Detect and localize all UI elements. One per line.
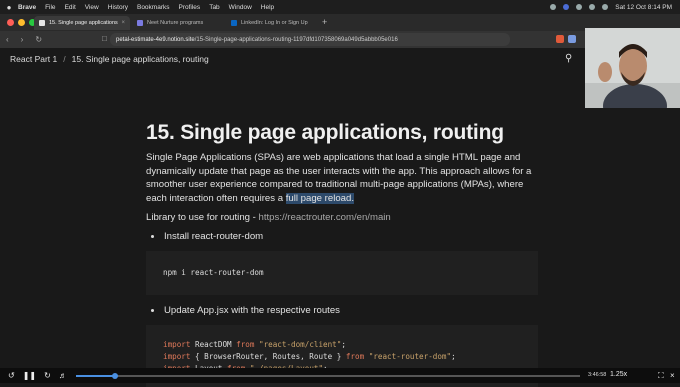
notion-favicon-icon [39, 20, 45, 26]
menu-app-name[interactable]: Brave [18, 4, 36, 11]
menu-window[interactable]: Window [229, 4, 252, 11]
address-bar[interactable]: petal-estimate-4e9.notion.site/15-Single… [110, 33, 510, 46]
highlighted-text: full page reload. [285, 192, 355, 204]
play-pause-icon[interactable]: ❚❚ [23, 371, 36, 380]
status-icon[interactable] [550, 4, 557, 10]
video-controls: ↺ ❚❚ ↻ ♬ 3:46:58 1.25x ⛶ × [0, 368, 680, 383]
minimize-window-button[interactable] [18, 19, 25, 26]
playback-speed[interactable]: 1.25x [610, 371, 627, 378]
menu-bookmarks[interactable]: Bookmarks [137, 4, 170, 11]
new-tab-button[interactable]: + [322, 17, 327, 27]
brave-shields-icon[interactable] [556, 35, 564, 43]
bullet-text: Update App.jsx with the respective route… [164, 305, 340, 317]
progress-fill [76, 375, 115, 377]
apple-icon[interactable]: ● [0, 3, 18, 12]
toolbar: ‹ › ↻ □ petal-estimate-4e9.notion.site/1… [0, 31, 680, 48]
tab-single-page-apps[interactable]: 15. Single page applications × [34, 16, 130, 30]
intro-paragraph: Single Page Applications (SPAs) are web … [146, 151, 538, 205]
bullet-icon [151, 309, 154, 313]
status-area: Sat 12 Oct 8:14 PM [550, 0, 672, 14]
search-icon[interactable]: ⚲ [565, 53, 572, 64]
code-block[interactable]: npm i react-router-dom [146, 251, 538, 296]
forward-icon[interactable]: › [21, 35, 24, 44]
close-window-button[interactable] [7, 19, 14, 26]
close-tab-icon[interactable]: × [121, 20, 125, 26]
breadcrumb-separator: / [63, 54, 66, 64]
tab-label: LinkedIn: Log In or Sign Up [241, 20, 308, 26]
library-line: Library to use for routing - https://rea… [146, 212, 546, 223]
fullscreen-icon[interactable]: ⛶ [658, 371, 664, 381]
menu-profiles[interactable]: Profiles [179, 4, 201, 11]
library-label: Library to use for routing - [146, 212, 259, 224]
page-content: 15. Single page applications, routing Si… [146, 118, 546, 387]
code-line: import ReactDOM from "react-dom/client"; [163, 340, 346, 350]
extension-icon[interactable] [568, 35, 576, 43]
video-progress-bar[interactable] [76, 373, 580, 379]
breadcrumb-parent[interactable]: React Part 1 [10, 54, 57, 64]
url-host: petal-estimate-4e9.notion.site [116, 36, 195, 43]
breadcrumb-current[interactable]: 15. Single page applications, routing [72, 54, 209, 64]
menu-view[interactable]: View [85, 4, 99, 11]
tab-neet-nurture[interactable]: Neet Nurture programs [132, 16, 224, 30]
notion-header: React Part 1 / 15. Single page applicati… [0, 48, 680, 70]
forward-icon[interactable]: ↻ [44, 371, 51, 380]
bullet-icon [151, 235, 154, 239]
page-title: 15. Single page applications, routing [146, 121, 504, 144]
url-path: /15-Single-page-applications-routing-119… [194, 36, 398, 43]
bookmark-icon[interactable]: □ [102, 34, 107, 43]
close-icon[interactable]: × [670, 371, 675, 380]
video-time: 3:46:58 [588, 372, 607, 378]
window-controls [7, 19, 36, 26]
menu-file[interactable]: File [45, 4, 55, 11]
bullet-text: Install react-router-dom [164, 231, 264, 243]
reload-icon[interactable]: ↻ [35, 35, 42, 44]
list-item: Update App.jsx with the respective route… [146, 305, 546, 316]
replay-icon[interactable]: ↺ [8, 371, 15, 380]
progress-knob[interactable] [111, 373, 118, 379]
status-icon[interactable] [563, 4, 570, 10]
menu-edit[interactable]: Edit [65, 4, 76, 11]
tab-bar: 15. Single page applications × Neet Nurt… [0, 14, 680, 31]
wifi-icon[interactable] [589, 4, 596, 10]
menu-bar: ● Brave File Edit View History Bookmarks… [0, 0, 680, 14]
list-item: Install react-router-dom [146, 231, 546, 242]
code-line: import { BrowserRouter, Routes, Route } … [163, 352, 456, 362]
search-icon[interactable] [602, 4, 609, 10]
status-icon[interactable] [576, 4, 583, 10]
webcam-overlay [585, 28, 680, 108]
volume-icon[interactable]: ♬ [59, 371, 67, 380]
menu-history[interactable]: History [108, 4, 128, 11]
back-icon[interactable]: ‹ [6, 35, 9, 44]
menu-tab[interactable]: Tab [209, 4, 219, 11]
datetime[interactable]: Sat 12 Oct 8:14 PM [615, 4, 672, 11]
tab-label: 15. Single page applications [49, 20, 118, 26]
code-line: npm i react-router-dom [163, 268, 264, 278]
tab-label: Neet Nurture programs [147, 20, 204, 26]
menu-help[interactable]: Help [261, 4, 274, 11]
favicon-icon [137, 20, 143, 26]
tab-linkedin[interactable]: LinkedIn: Log In or Sign Up [226, 16, 318, 30]
presenter-video [585, 28, 680, 108]
library-link[interactable]: https://reactrouter.com/en/main [259, 212, 391, 223]
linkedin-favicon-icon [231, 20, 237, 26]
